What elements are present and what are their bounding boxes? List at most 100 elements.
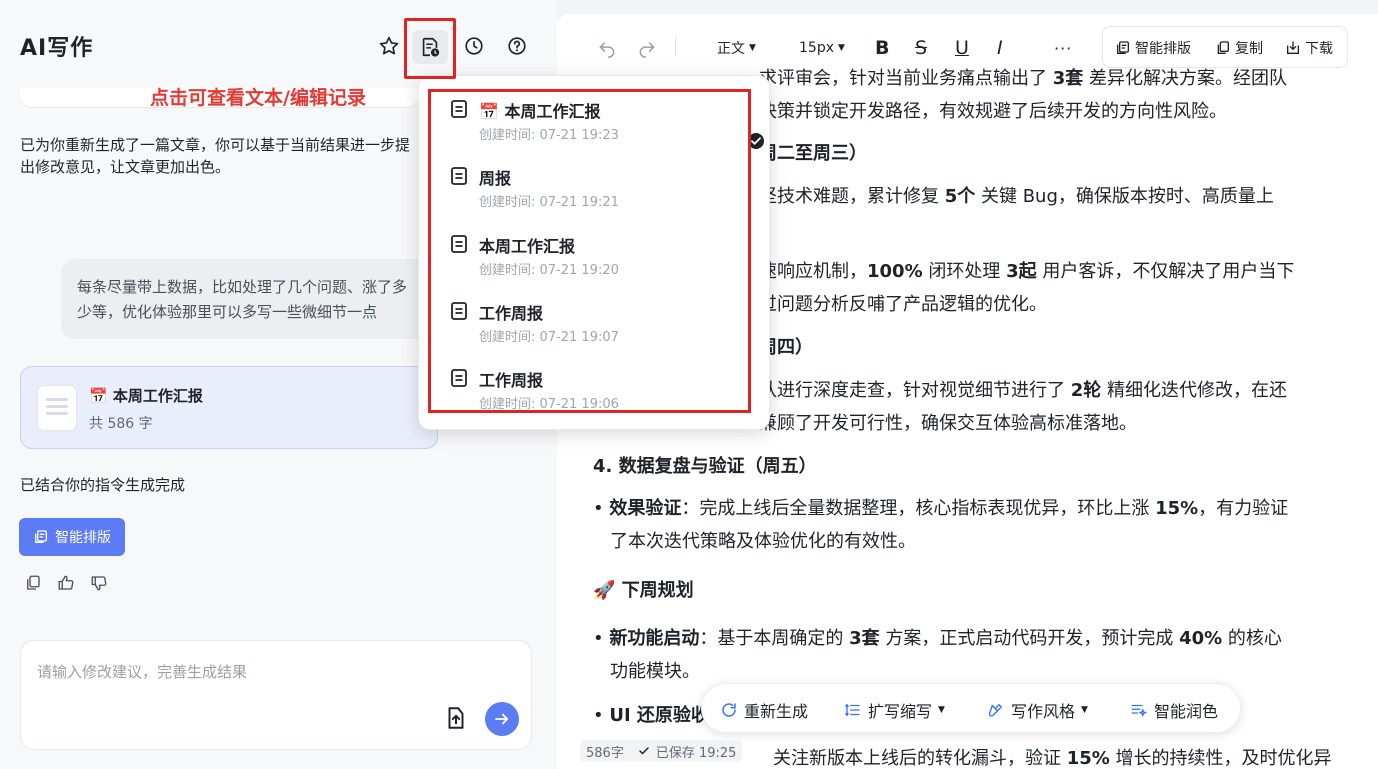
paragraph-style-select[interactable]: 正文 ▼ (717, 36, 756, 60)
thumbs-down-icon[interactable] (90, 574, 110, 594)
version-title: 📅 本周工作汇报 (479, 102, 601, 121)
thumbs-up-icon[interactable] (57, 574, 77, 594)
undo-icon (599, 42, 615, 58)
document-icon (451, 100, 467, 118)
version-item[interactable]: 周报创建时间: 07-21 19:21 (447, 165, 747, 225)
content-line: 兼顾了开发可行性，确保交互体验高标准落地。 (759, 413, 1137, 434)
selected-check-icon (748, 133, 764, 149)
save-status: 已保存 19:25 (638, 742, 736, 761)
suggestion-input[interactable] (37, 657, 507, 687)
smart-layout-icon (1117, 41, 1129, 54)
send-button[interactable] (485, 702, 519, 736)
version-time: 创建时间: 07-21 19:23 (479, 128, 619, 143)
document-thumbnail-icon (38, 386, 76, 430)
font-size-select[interactable]: 15px ▼ (799, 36, 845, 60)
expand-shrink-button[interactable]: 扩写缩写 ▼ (844, 698, 945, 722)
smart-layout-toolbar-button[interactable]: 智能排版 (1115, 38, 1191, 58)
document-icon (451, 302, 467, 320)
redo-icon (639, 42, 655, 58)
smart-layout-toolbar-label: 智能排版 (1135, 41, 1191, 57)
download-icon (1287, 41, 1299, 54)
document-history-button[interactable] (412, 30, 448, 64)
help-icon[interactable] (505, 34, 529, 58)
copy-label: 复制 (1235, 41, 1263, 57)
section-heading: 4. 数据复盘与验证（周五） (593, 456, 817, 477)
version-item[interactable]: 工作周报创建时间: 07-21 19:06 (447, 367, 747, 427)
content-line: • 新功能启动：基于本周确定的 3套 方案，正式启动代码开发，预计完成 40% … (593, 628, 1282, 649)
document-history-icon (422, 37, 440, 57)
smart-layout-label: 智能排版 (55, 530, 111, 546)
smart-polish-button[interactable]: 智能润色 (1130, 698, 1218, 722)
copy-button[interactable]: 复制 (1215, 38, 1263, 58)
ai-message-done: 已结合你的指令生成完成 (20, 476, 186, 494)
caret-down-icon: ▼ (1081, 705, 1088, 715)
version-title: 周报 (479, 169, 512, 188)
toolbar-divider (675, 38, 676, 56)
content-line: 求评审会，针对当前业务痛点输出了 3套 差异化解决方案。经团队 (759, 68, 1287, 89)
ai-message: 已为你重新生成了一篇文章，你可以基于当前结果进一步提出修改意见，让文章更加出色。 (20, 136, 411, 176)
content-line: 功能模块。 (610, 661, 700, 682)
clock-icon[interactable] (462, 34, 486, 58)
more-button[interactable]: ··· (1054, 36, 1072, 60)
polish-icon (1131, 704, 1148, 718)
content-line: 决策并锁定开发路径，有效规避了后续开发的方向性风险。 (759, 101, 1227, 122)
caret-down-icon: ▼ (838, 43, 845, 53)
document-card-count: 共 586 字 (89, 416, 153, 432)
refresh-icon (722, 703, 736, 717)
upload-icon[interactable] (443, 705, 469, 731)
document-icon (451, 167, 467, 185)
smart-layout-icon (35, 530, 47, 543)
version-item[interactable]: 工作周报 创建时间: 07-21 19:07 (447, 300, 747, 360)
expand-shrink-label: 扩写缩写 (868, 702, 933, 721)
word-count: 586字 (586, 745, 624, 761)
content-line: 关注新版本上线后的转化漏斗，验证 15% 增长的持续性，及时优化异 (773, 748, 1332, 769)
smart-layout-button[interactable]: 智能排版 (19, 518, 125, 556)
arrow-right-icon (495, 713, 509, 725)
section-heading: 周二至周三） (759, 143, 867, 164)
user-message: 每条尽量带上数据，比如处理了几个问题、涨了多少等，优化体验那里可以多写一些微细节… (61, 259, 431, 339)
version-time: 创建时间: 07-21 19:06 (479, 397, 619, 412)
star-icon[interactable] (377, 34, 401, 58)
version-item[interactable]: 本周工作汇报创建时间: 07-21 19:20 (447, 233, 747, 293)
copy-icon[interactable] (24, 574, 44, 594)
regenerate-button[interactable]: 重新生成 (720, 698, 808, 722)
italic-button[interactable]: I (997, 36, 1003, 60)
version-time: 创建时间: 07-21 19:20 (479, 263, 619, 278)
caret-down-icon: ▼ (749, 43, 756, 53)
version-title: 工作周报 (479, 371, 544, 390)
content-line: 过问题分析反哺了产品逻辑的优化。 (759, 294, 1047, 315)
download-button[interactable]: 下载 (1285, 38, 1333, 58)
content-line: 坚技术难题，累计修复 5个 关键 Bug，确保版本按时、高质量上 (759, 186, 1274, 207)
content-line: • 效果验证：完成上线后全量数据整理，核心指标表现优异，环比上涨 15%，有力验… (593, 498, 1289, 519)
font-size-label: 15px (799, 40, 834, 56)
download-label: 下载 (1305, 41, 1333, 57)
version-history-dropdown: 📅 本周工作汇报 创建时间: 07-21 19:23 周报 创建时间: 07-21 1… (418, 75, 770, 430)
version-time: 创建时间: 07-21 19:21 (479, 195, 619, 210)
redo-button[interactable] (637, 36, 657, 60)
content-line: 队进行深度走查，针对视觉细节进行了 2轮 精细化迭代修改，在还 (759, 380, 1287, 401)
writing-style-label: 写作风格 (1011, 702, 1076, 721)
version-item[interactable]: 📅 本周工作汇报创建时间: 07-21 19:23 (447, 98, 764, 158)
undo-button[interactable] (597, 36, 617, 60)
underline-button[interactable]: U (955, 36, 969, 60)
expand-icon (845, 703, 860, 717)
version-title: 工作周报 (479, 304, 544, 323)
version-title: 本周工作汇报 (479, 237, 576, 256)
check-icon (639, 747, 649, 755)
status-bar: 586字 已保存 19:25 (580, 740, 743, 762)
document-card[interactable]: 📅 本周工作汇报 共 586 字 (20, 366, 438, 449)
strikethrough-button[interactable]: S (915, 36, 927, 60)
copy-icon (1217, 41, 1229, 54)
document-card-title: 📅 本周工作汇报 (89, 387, 203, 405)
document-icon (451, 369, 467, 387)
content-line: • UI 还原验收 (593, 705, 709, 726)
writing-style-button[interactable]: 写作风格 ▼ (987, 698, 1088, 722)
suggestion-input-box (20, 640, 532, 750)
floating-action-bar: 重新生成 扩写缩写 ▼ 写作风格 ▼ 智能润色 (701, 683, 1241, 733)
bold-button[interactable]: B (875, 36, 889, 60)
document-icon (451, 235, 467, 253)
app-title: AI写作 (20, 36, 94, 61)
section-heading: 🚀 下周规划 (593, 580, 694, 601)
paragraph-style-label: 正文 (717, 41, 745, 57)
smart-polish-label: 智能润色 (1154, 702, 1219, 721)
